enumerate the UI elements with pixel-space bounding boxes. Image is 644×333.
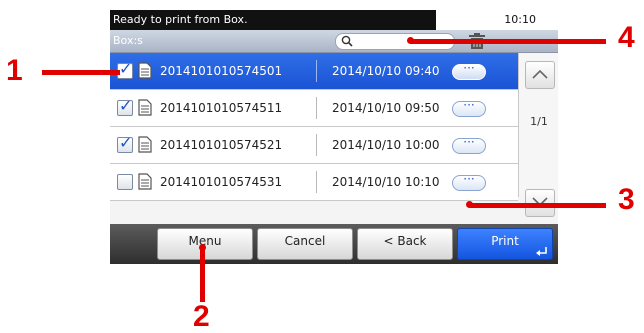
pager-column: 1/1	[518, 53, 558, 217]
detail-button[interactable]	[452, 61, 486, 80]
menu-button[interactable]: Menu	[157, 228, 253, 260]
callout-number: 1	[6, 54, 23, 87]
row-checkbox[interactable]: ✓	[117, 96, 133, 116]
column-divider	[316, 97, 317, 119]
callout-dot	[199, 244, 206, 251]
file-date: 2014/10/10 10:00	[332, 138, 440, 152]
checkmark-icon: ✓	[119, 96, 133, 115]
file-row[interactable]: ✓ 2014101010574521 2014/10/10 10:00	[110, 127, 518, 164]
document-icon	[138, 99, 152, 116]
enter-icon	[536, 247, 547, 256]
checkmark-icon: ✓	[119, 59, 133, 78]
file-name: 2014101010574511	[160, 101, 283, 115]
back-button[interactable]: < Back	[357, 228, 453, 260]
file-date: 2014/10/10 09:40	[332, 64, 440, 78]
file-name: 2014101010574521	[160, 138, 283, 152]
file-name: 2014101010574501	[160, 64, 283, 78]
print-button[interactable]: Print	[457, 228, 553, 260]
file-row[interactable]: 2014101010574531 2014/10/10 10:10	[110, 164, 518, 201]
status-message: Ready to print from Box.	[110, 10, 436, 30]
callout-line	[411, 39, 606, 44]
callout-number: 4	[618, 21, 635, 54]
callout-line	[200, 248, 205, 302]
callout-line	[470, 203, 606, 208]
column-divider	[316, 60, 317, 82]
document-icon	[138, 62, 152, 79]
row-checkbox[interactable]: ✓	[117, 133, 133, 153]
checkmark-icon: ✓	[119, 133, 133, 152]
page-indicator: 1/1	[530, 115, 548, 128]
document-icon	[138, 173, 152, 190]
page-up-button[interactable]	[525, 61, 555, 89]
callout-line	[42, 70, 120, 75]
column-divider	[316, 134, 317, 156]
print-label: Print	[491, 234, 519, 248]
file-name: 2014101010574531	[160, 175, 283, 189]
file-date: 2014/10/10 09:50	[332, 101, 440, 115]
detail-button[interactable]	[452, 135, 486, 154]
clock: 10:10	[504, 13, 536, 26]
cancel-button[interactable]: Cancel	[257, 228, 353, 260]
document-icon	[138, 136, 152, 153]
row-checkbox[interactable]	[117, 174, 133, 190]
file-row[interactable]: ✓ 2014101010574501 2014/10/10 09:40	[110, 53, 518, 90]
status-bar: Ready to print from Box. 10:10	[110, 10, 558, 30]
file-row[interactable]: ✓ 2014101010574511 2014/10/10 09:50	[110, 90, 518, 127]
detail-button[interactable]	[452, 98, 486, 117]
search-icon	[341, 35, 353, 47]
callout-number: 2	[193, 300, 210, 333]
box-title: Box:s	[113, 34, 143, 47]
file-date: 2014/10/10 10:10	[332, 175, 440, 189]
chevron-up-icon	[532, 69, 548, 79]
column-divider	[316, 171, 317, 193]
bottom-button-bar: Menu Cancel < Back Print	[110, 224, 558, 264]
printer-panel-screen: Ready to print from Box. 10:10 Box:s ✓ 2…	[110, 10, 558, 264]
callout-number: 3	[618, 183, 635, 216]
detail-button[interactable]	[452, 172, 486, 191]
